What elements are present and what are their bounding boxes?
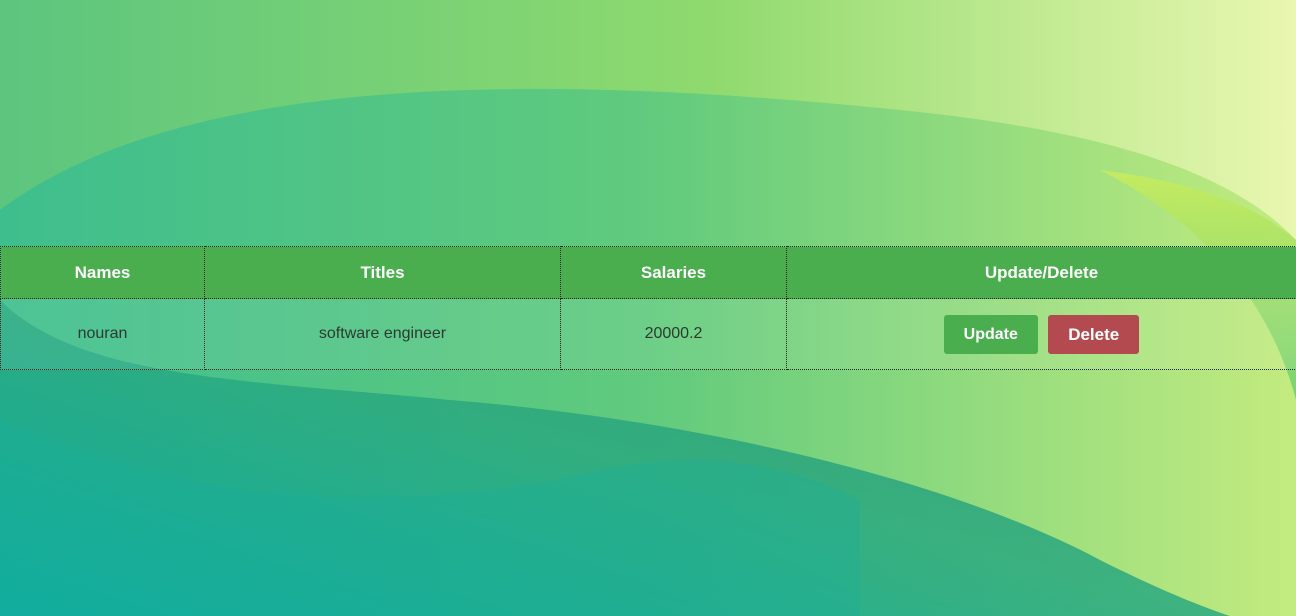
update-button[interactable]: Update [943, 314, 1038, 354]
table-row: nouran software engineer 20000.2 Update … [0, 298, 1296, 370]
delete-button[interactable]: Delete [1048, 314, 1140, 354]
employee-table: Names Titles Salaries Update/Delete nour… [0, 246, 1296, 370]
cell-actions: Update Delete [786, 298, 1296, 370]
cell-title: software engineer [204, 298, 561, 370]
header-salaries: Salaries [560, 246, 787, 299]
table-header-row: Names Titles Salaries Update/Delete [0, 246, 1296, 299]
header-names: Names [0, 246, 205, 299]
employee-table-container: Names Titles Salaries Update/Delete nour… [0, 246, 1296, 370]
header-titles: Titles [204, 246, 561, 299]
cell-salary: 20000.2 [560, 298, 787, 370]
header-update-delete: Update/Delete [786, 246, 1296, 299]
cell-name: nouran [0, 298, 205, 370]
